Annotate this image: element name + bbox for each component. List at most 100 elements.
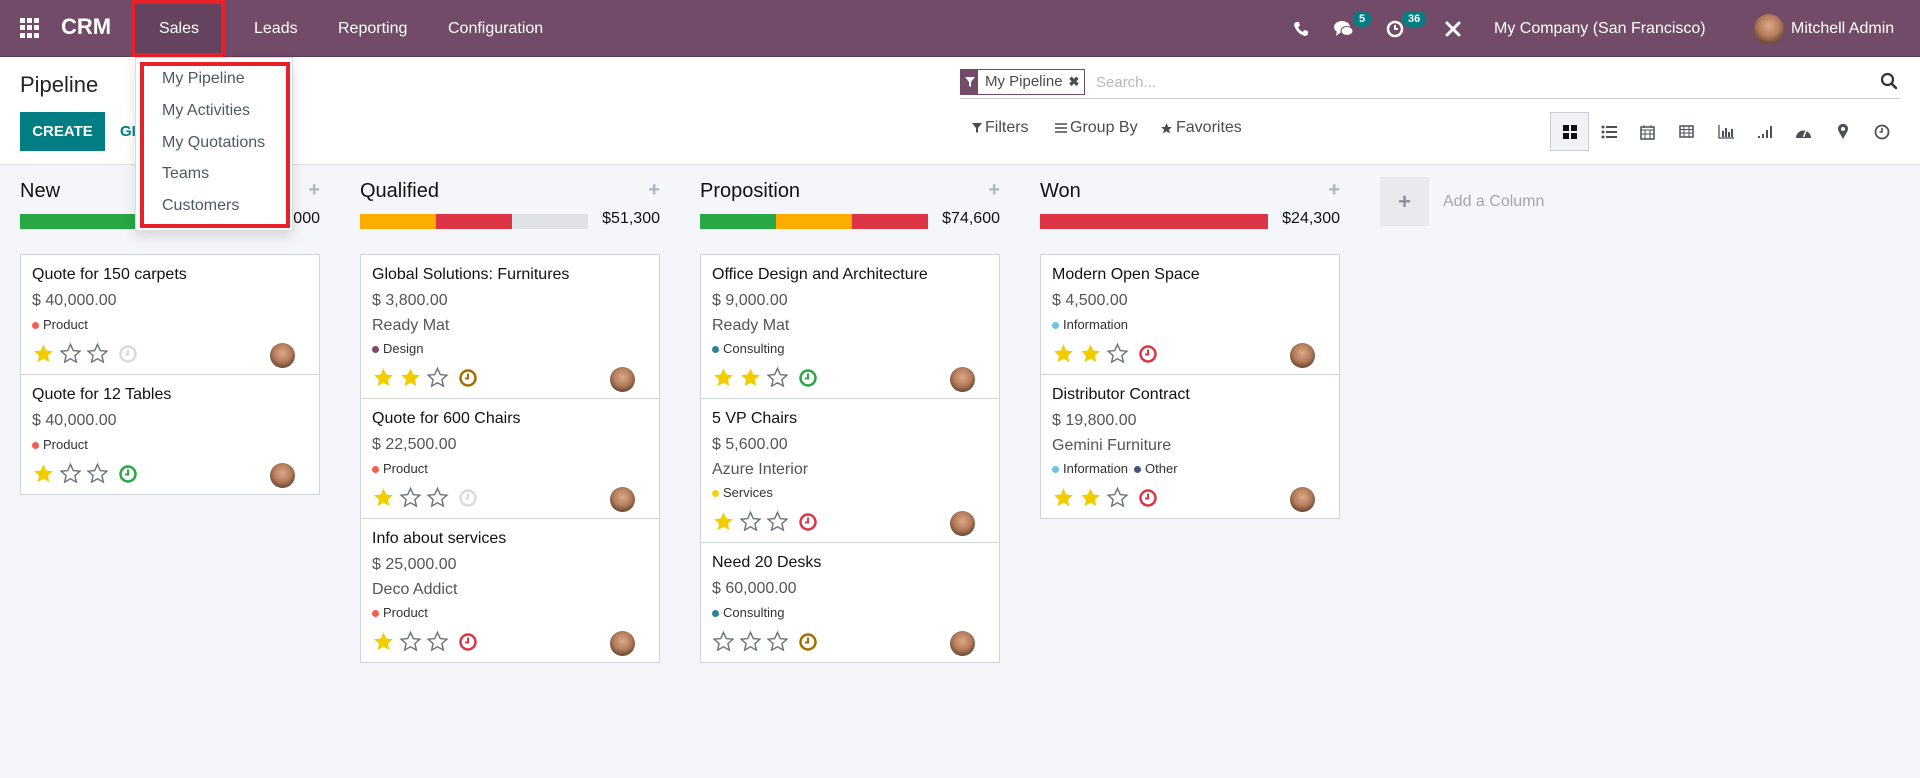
dropdown-item-my-activities[interactable]: My Activities <box>162 102 250 120</box>
column-progress-bar[interactable] <box>360 214 588 229</box>
progress-segment[interactable] <box>1040 214 1268 229</box>
column-quick-add-icon[interactable]: + <box>1328 179 1340 202</box>
lead-card[interactable]: Quote for 600 Chairs $ 22,500.00 Product <box>361 399 659 519</box>
column-progress-bar[interactable] <box>1040 214 1268 229</box>
menu-configuration[interactable]: Configuration <box>428 0 563 57</box>
star-empty-icon[interactable] <box>426 630 449 653</box>
assignee-avatar[interactable] <box>950 511 975 536</box>
star-empty-icon[interactable] <box>426 366 449 389</box>
menu-reporting[interactable]: Reporting <box>318 0 427 57</box>
activity-clock-icon[interactable] <box>458 368 478 388</box>
star-empty-icon[interactable] <box>1106 486 1129 509</box>
company-switcher[interactable]: My Company (San Francisco) <box>1494 0 1706 57</box>
star-empty-icon[interactable] <box>739 630 762 653</box>
star-empty-icon[interactable] <box>59 342 82 365</box>
assignee-avatar[interactable] <box>610 367 635 392</box>
lead-card[interactable]: Office Design and Architecture $ 9,000.00… <box>701 255 999 399</box>
progress-segment[interactable] <box>700 214 776 229</box>
list-view-button[interactable] <box>1589 112 1628 151</box>
star-filled-icon[interactable] <box>1079 342 1102 365</box>
star-filled-icon[interactable] <box>399 366 422 389</box>
assignee-avatar[interactable] <box>950 367 975 392</box>
activity-clock-icon[interactable] <box>458 632 478 652</box>
star-empty-icon[interactable] <box>712 630 735 653</box>
menu-sales[interactable]: Sales <box>135 0 223 57</box>
star-filled-icon[interactable] <box>372 630 395 653</box>
apps-menu-icon[interactable] <box>20 18 40 38</box>
star-filled-icon[interactable] <box>1052 342 1075 365</box>
chat-icon[interactable]: 5 <box>1333 0 1372 57</box>
star-empty-icon[interactable] <box>86 342 109 365</box>
lead-card[interactable]: Info about services $ 25,000.00 Deco Addic… <box>361 519 659 662</box>
progress-segment[interactable] <box>435 214 512 229</box>
star-empty-icon[interactable] <box>766 510 789 533</box>
star-filled-icon[interactable] <box>739 366 762 389</box>
progress-segment[interactable] <box>775 214 852 229</box>
star-filled-icon[interactable] <box>1052 486 1075 509</box>
map-view-button[interactable] <box>1823 112 1862 151</box>
column-quick-add-icon[interactable]: + <box>988 179 1000 202</box>
calendar-view-button[interactable] <box>1628 112 1667 151</box>
assignee-avatar[interactable] <box>270 343 295 368</box>
menu-leads[interactable]: Leads <box>234 0 318 57</box>
lead-card[interactable]: Quote for 12 Tables $ 40,000.00 Product <box>21 375 319 494</box>
search-input[interactable] <box>1096 69 1856 95</box>
graph-view-button[interactable] <box>1706 112 1745 151</box>
progress-segment[interactable] <box>851 214 928 229</box>
star-empty-icon[interactable] <box>399 630 422 653</box>
debug-tools-icon[interactable] <box>1444 0 1462 57</box>
activity-clock-icon[interactable] <box>798 368 818 388</box>
star-empty-icon[interactable] <box>399 486 422 509</box>
lead-card[interactable]: Modern Open Space $ 4,500.00 Information <box>1041 255 1339 375</box>
generate-leads-button[interactable]: GI <box>120 112 136 151</box>
activity-icon[interactable]: 36 <box>1386 0 1427 57</box>
activity-view-button[interactable] <box>1862 112 1901 151</box>
star-filled-icon[interactable] <box>32 342 55 365</box>
groupby-button[interactable]: Group By <box>1055 119 1138 137</box>
lead-card[interactable]: Need 20 Desks $ 60,000.00 Consulting <box>701 543 999 662</box>
assignee-avatar[interactable] <box>610 487 635 512</box>
activity-clock-icon[interactable] <box>458 488 478 508</box>
star-filled-icon[interactable] <box>1079 486 1102 509</box>
activity-clock-icon[interactable] <box>1138 488 1158 508</box>
activity-clock-icon[interactable] <box>1138 344 1158 364</box>
progress-segment[interactable] <box>360 214 436 229</box>
column-quick-add-icon[interactable]: + <box>648 179 660 202</box>
lead-card[interactable]: Quote for 150 carpets $ 40,000.00 Product <box>21 255 319 375</box>
create-button[interactable]: CREATE <box>20 112 105 151</box>
pivot-view-button[interactable] <box>1667 112 1706 151</box>
app-brand[interactable]: CRM <box>61 14 111 40</box>
star-filled-icon[interactable] <box>372 486 395 509</box>
star-empty-icon[interactable] <box>59 462 82 485</box>
star-empty-icon[interactable] <box>766 366 789 389</box>
search-icon[interactable] <box>1880 72 1900 92</box>
lead-card[interactable]: 5 VP Chairs $ 5,600.00 Azure Interior Servi… <box>701 399 999 543</box>
assignee-avatar[interactable] <box>950 631 975 656</box>
filters-button[interactable]: Filters <box>972 119 1029 137</box>
star-filled-icon[interactable] <box>712 510 735 533</box>
cohort-view-button[interactable] <box>1745 112 1784 151</box>
activity-clock-icon[interactable] <box>118 344 138 364</box>
activity-clock-icon[interactable] <box>798 512 818 532</box>
assignee-avatar[interactable] <box>1290 487 1315 512</box>
star-empty-icon[interactable] <box>1106 342 1129 365</box>
kanban-view-button[interactable] <box>1550 112 1589 151</box>
star-filled-icon[interactable] <box>372 366 395 389</box>
star-empty-icon[interactable] <box>766 630 789 653</box>
facet-remove-icon[interactable]: ✖ <box>1069 70 1085 94</box>
column-quick-add-icon[interactable]: + <box>308 179 320 202</box>
assignee-avatar[interactable] <box>270 463 295 488</box>
lead-card[interactable]: Global Solutions: Furnitures $ 3,800.00 Re… <box>361 255 659 399</box>
star-empty-icon[interactable] <box>426 486 449 509</box>
dropdown-item-teams[interactable]: Teams <box>162 165 209 183</box>
user-menu[interactable]: Mitchell Admin <box>1791 0 1894 57</box>
dropdown-item-my-pipeline[interactable]: My Pipeline <box>162 70 245 88</box>
activity-clock-icon[interactable] <box>798 632 818 652</box>
add-column-button[interactable]: + Add a Column <box>1380 177 1544 226</box>
assignee-avatar[interactable] <box>1290 343 1315 368</box>
activity-clock-icon[interactable] <box>118 464 138 484</box>
dropdown-item-customers[interactable]: Customers <box>162 197 239 215</box>
star-empty-icon[interactable] <box>86 462 109 485</box>
star-empty-icon[interactable] <box>739 510 762 533</box>
assignee-avatar[interactable] <box>610 631 635 656</box>
